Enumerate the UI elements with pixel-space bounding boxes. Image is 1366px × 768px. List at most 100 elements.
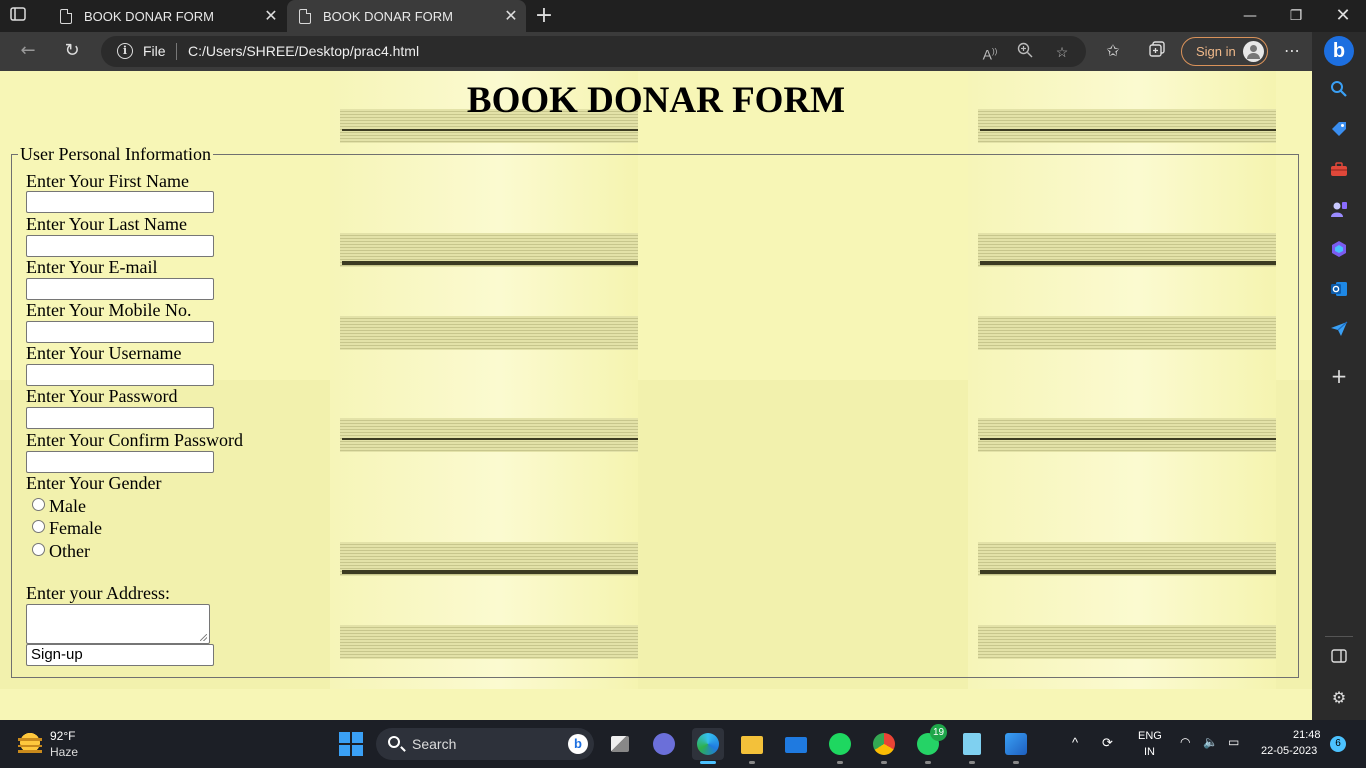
password-input[interactable] — [26, 407, 214, 429]
sign-in-button[interactable]: Sign in — [1181, 37, 1268, 66]
paint-icon[interactable] — [1000, 728, 1032, 764]
separator — [176, 43, 177, 60]
confirm-password-input[interactable] — [26, 451, 214, 473]
zoom-icon[interactable] — [1015, 42, 1035, 62]
teams-chat-icon[interactable] — [648, 728, 680, 760]
copilot-icon[interactable] — [1327, 240, 1351, 264]
url-text[interactable]: C:/Users/SHREE/Desktop/prac4.html — [188, 43, 419, 59]
show-hidden-icons-chevron-icon[interactable]: ^ — [1072, 735, 1078, 750]
edge-sidebar: b + ⚙ — [1312, 32, 1366, 720]
first-name-input[interactable] — [26, 191, 214, 213]
page-viewport: BOOK DONAR FORM User Personal Informatio… — [0, 71, 1312, 720]
sign-in-label: Sign in — [1196, 44, 1236, 59]
fieldset-legend: User Personal Information — [20, 144, 211, 164]
close-tab-icon[interactable]: ✕ — [256, 6, 286, 26]
send-icon[interactable] — [1327, 320, 1351, 344]
browser-tab-1[interactable]: BOOK DONAR FORM ✕ — [48, 0, 286, 32]
radio-button[interactable] — [32, 520, 45, 533]
notepad-icon[interactable] — [956, 728, 988, 764]
close-window-icon[interactable]: ✕ — [1320, 0, 1366, 32]
address-bar[interactable]: i File C:/Users/SHREE/Desktop/prac4.html… — [101, 36, 1086, 67]
weather-description[interactable]: Haze — [50, 745, 78, 759]
site-label: File — [143, 43, 166, 59]
windows-taskbar: 92°F Haze Search b 19 ^ ⟳ ENG IN ◠ 🔈 ▭ 2… — [0, 720, 1366, 768]
shopping-tag-icon[interactable] — [1327, 120, 1351, 144]
gender-option-female[interactable]: Female — [32, 518, 102, 539]
email-input[interactable] — [26, 278, 214, 300]
collections-icon[interactable] — [1145, 40, 1169, 62]
restore-icon[interactable]: ❐ — [1273, 0, 1319, 32]
gender-option-male[interactable]: Male — [32, 496, 86, 517]
spotify-icon[interactable] — [824, 728, 856, 764]
task-view-icon[interactable] — [604, 728, 636, 760]
edge-browser-icon[interactable] — [692, 728, 724, 764]
password-label: Enter Your Password — [26, 386, 178, 406]
mail-icon[interactable] — [780, 728, 812, 760]
radio-button[interactable] — [32, 498, 45, 511]
refresh-icon[interactable]: ↻ — [58, 38, 86, 64]
gender-option-label: Other — [49, 541, 90, 561]
last-name-label: Enter Your Last Name — [26, 214, 187, 234]
chrome-icon[interactable] — [868, 728, 900, 764]
mobile-input[interactable] — [26, 321, 214, 343]
windows-start-icon[interactable] — [339, 732, 363, 756]
favorites-icon[interactable]: ✩ — [1101, 40, 1125, 62]
whatsapp-icon[interactable]: 19 — [912, 724, 947, 764]
settings-gear-icon[interactable]: ⚙ — [1327, 686, 1351, 710]
weather-haze-icon[interactable] — [18, 732, 42, 756]
notification-badge[interactable]: 6 — [1330, 736, 1346, 752]
add-sidebar-icon[interactable]: + — [1327, 364, 1351, 388]
first-name-label: Enter Your First Name — [26, 171, 189, 191]
browser-titlebar: BOOK DONAR FORM ✕ BOOK DONAR FORM ✕ + — … — [0, 0, 1366, 32]
hide-sidebar-icon[interactable] — [1327, 646, 1351, 670]
browser-toolbar: ← ↻ i File C:/Users/SHREE/Desktop/prac4.… — [0, 32, 1312, 71]
page-icon — [60, 8, 72, 24]
language-indicator[interactable]: ENG — [1138, 730, 1162, 742]
add-favorite-icon[interactable]: ☆ — [1052, 42, 1072, 62]
page-icon — [299, 8, 311, 24]
sync-icon[interactable]: ⟳ — [1102, 735, 1113, 751]
gender-option-label: Male — [49, 496, 86, 516]
mobile-label: Enter Your Mobile No. — [26, 300, 192, 320]
tools-icon[interactable] — [1327, 160, 1351, 184]
browser-tab-2[interactable]: BOOK DONAR FORM ✕ — [287, 0, 526, 32]
more-options-icon[interactable]: ⋯ — [1280, 40, 1304, 62]
battery-icon[interactable]: ▭ — [1228, 735, 1239, 749]
sidebar-divider — [1325, 636, 1353, 637]
weather-temperature[interactable]: 92°F — [50, 729, 75, 743]
last-name-input[interactable] — [26, 235, 214, 257]
taskbar-search-box[interactable]: Search b — [376, 728, 594, 760]
whatsapp-badge: 19 — [930, 724, 947, 741]
clock-time[interactable]: 21:48 — [1293, 729, 1321, 741]
file-explorer-icon[interactable] — [736, 728, 768, 764]
username-label: Enter Your Username — [26, 343, 182, 363]
avatar-icon — [1243, 41, 1264, 62]
radio-button[interactable] — [32, 543, 45, 556]
wifi-icon[interactable]: ◠ — [1180, 735, 1190, 749]
close-tab-icon[interactable]: ✕ — [496, 6, 526, 26]
address-textarea[interactable] — [26, 604, 210, 644]
clock-date[interactable]: 22-05-2023 — [1261, 745, 1317, 757]
search-icon[interactable] — [1327, 80, 1351, 104]
minimize-icon[interactable]: — — [1227, 0, 1273, 32]
back-arrow-icon[interactable]: ← — [14, 38, 42, 64]
gender-option-other[interactable]: Other — [32, 541, 90, 562]
games-icon[interactable] — [1327, 200, 1351, 224]
read-aloud-icon[interactable]: A)) — [980, 42, 1000, 63]
username-input[interactable] — [26, 364, 214, 386]
tab-title: BOOK DONAR FORM — [84, 8, 215, 24]
gender-option-label: Female — [49, 518, 102, 538]
signup-button[interactable]: Sign-up — [26, 644, 214, 666]
address-label: Enter your Address: — [26, 583, 170, 603]
tab-title: BOOK DONAR FORM — [323, 8, 454, 24]
bing-chat-icon[interactable]: b — [1324, 36, 1354, 66]
tab-actions-icon[interactable] — [10, 7, 38, 27]
language-region[interactable]: IN — [1144, 746, 1155, 758]
search-icon — [388, 736, 400, 748]
info-icon[interactable]: i — [117, 43, 133, 59]
outlook-icon[interactable] — [1327, 280, 1351, 304]
search-label: Search — [412, 736, 457, 752]
new-tab-button[interactable]: + — [533, 3, 555, 29]
volume-icon[interactable]: 🔈 — [1203, 735, 1218, 749]
gender-label: Enter Your Gender — [26, 473, 162, 493]
